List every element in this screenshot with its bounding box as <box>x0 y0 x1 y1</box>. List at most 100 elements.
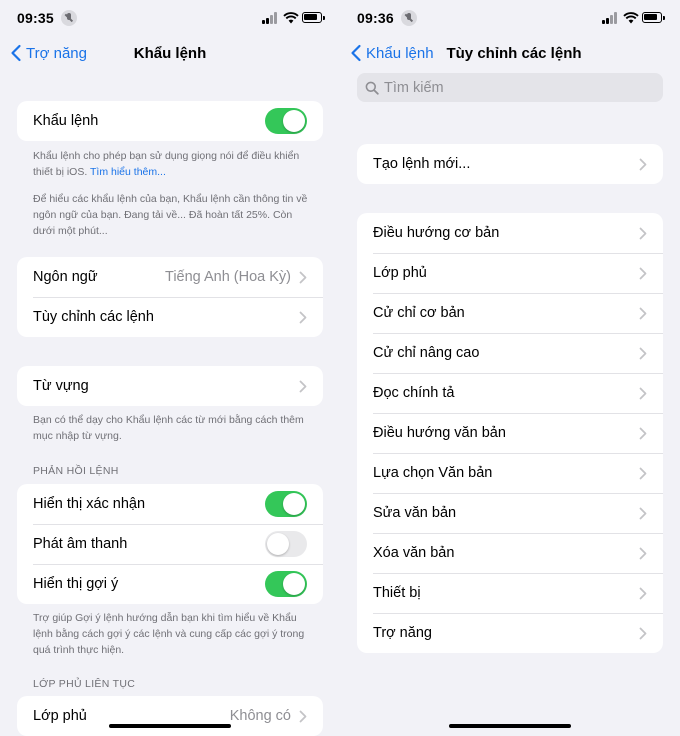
create-new-command-label: Tạo lệnh mới... <box>373 156 471 172</box>
overlay-group: Lớp phủ Không có <box>17 696 323 736</box>
chevron-right-icon <box>639 347 647 359</box>
chevron-right-icon <box>639 467 647 479</box>
cellular-signal-icon <box>262 12 280 24</box>
command-category-row[interactable]: Điều hướng văn bản <box>357 413 663 453</box>
show-confirmation-toggle[interactable] <box>265 491 307 517</box>
voice-control-label: Khẩu lệnh <box>33 113 99 129</box>
play-sound-toggle[interactable] <box>265 531 307 557</box>
home-indicator[interactable] <box>109 724 231 728</box>
chevron-right-icon <box>639 627 647 639</box>
command-category-label: Xóa văn bản <box>373 545 455 561</box>
vocabulary-row[interactable]: Từ vựng <box>17 366 323 406</box>
page-title: Khẩu lệnh <box>133 45 207 62</box>
chevron-right-icon <box>639 387 647 399</box>
customize-commands-row[interactable]: Tùy chỉnh các lệnh <box>17 297 323 337</box>
description-text: Khẩu lệnh cho phép bạn sử dụng giọng nói… <box>33 150 300 178</box>
hints-description: Trợ giúp Gợi ý lệnh hướng dẫn bạn khi tì… <box>33 612 305 656</box>
feedback-group: Hiển thị xác nhận Phát âm thanh Hiển thị… <box>17 484 323 604</box>
command-categories-list: Điều hướng cơ bản Lớp phủ Cử chỉ cơ bản … <box>357 213 663 653</box>
chevron-right-icon <box>639 158 647 170</box>
chevron-right-icon <box>639 547 647 559</box>
show-confirmation-label: Hiển thị xác nhận <box>33 496 146 512</box>
mic-muted-icon <box>61 10 77 26</box>
language-value: Tiếng Anh (Hoa Kỳ) <box>165 269 291 285</box>
chevron-right-icon <box>639 587 647 599</box>
wifi-icon <box>623 12 639 24</box>
navigation-bar: Trợ năng Khẩu lệnh <box>0 36 340 72</box>
command-category-label: Lựa chọn Văn bản <box>373 465 493 481</box>
voice-control-description: Khẩu lệnh cho phép bạn sử dụng giọng nói… <box>33 148 311 180</box>
learn-more-link[interactable]: Tìm hiểu thêm... <box>90 166 166 178</box>
chevron-right-icon <box>639 307 647 319</box>
command-category-label: Đọc chính tả <box>373 385 455 401</box>
voice-control-toggle[interactable] <box>265 108 307 134</box>
status-time: 09:36 <box>357 10 394 26</box>
status-time: 09:35 <box>17 10 54 26</box>
status-bar: 09:36 <box>340 0 680 36</box>
play-sound-row: Phát âm thanh <box>17 524 323 564</box>
feedback-section-header: PHẢN HỒI LỆNH <box>33 465 119 477</box>
command-category-label: Trợ năng <box>373 625 432 641</box>
show-hints-label: Hiển thị gợi ý <box>33 576 119 592</box>
command-category-row[interactable]: Trợ năng <box>357 613 663 653</box>
command-category-label: Thiết bị <box>373 585 421 601</box>
language-label: Ngôn ngữ <box>33 269 98 285</box>
search-icon <box>365 81 379 95</box>
play-sound-label: Phát âm thanh <box>33 536 128 552</box>
wifi-icon <box>283 12 299 24</box>
command-category-label: Lớp phủ <box>373 265 427 281</box>
command-category-row[interactable]: Đọc chính tả <box>357 373 663 413</box>
search-placeholder: Tìm kiếm <box>384 79 444 96</box>
show-hints-row: Hiển thị gợi ý <box>17 564 323 604</box>
navigation-bar: Khẩu lệnh Tùy chỉnh các lệnh <box>340 36 680 72</box>
chevron-right-icon <box>299 380 307 392</box>
overlay-section-header: LỚP PHỦ LIÊN TỤC <box>33 678 136 690</box>
command-category-row[interactable]: Lớp phủ <box>357 253 663 293</box>
language-row[interactable]: Ngôn ngữ Tiếng Anh (Hoa Kỳ) <box>17 257 323 297</box>
search-field[interactable]: Tìm kiếm <box>357 73 663 102</box>
status-bar: 09:35 <box>0 0 340 36</box>
customize-commands-screen: 09:36 Khẩu lệnh Tùy chỉnh các lệnh Tìm k… <box>340 0 680 736</box>
chevron-right-icon <box>299 271 307 283</box>
chevron-right-icon <box>639 267 647 279</box>
page-title: Tùy chỉnh các lệnh <box>446 45 582 62</box>
command-category-row[interactable]: Thiết bị <box>357 573 663 613</box>
command-category-label: Cử chỉ cơ bản <box>373 305 465 321</box>
home-indicator[interactable] <box>449 724 571 728</box>
command-category-label: Cử chỉ nâng cao <box>373 345 480 361</box>
voice-control-row: Khẩu lệnh <box>17 101 323 141</box>
voice-control-screen: 09:35 Trợ năng Khẩu lệnh Khẩu lệnh Khẩu … <box>0 0 340 736</box>
chevron-right-icon <box>299 710 307 722</box>
language-group: Ngôn ngữ Tiếng Anh (Hoa Kỳ) Tùy chỉnh cá… <box>17 257 323 337</box>
vocabulary-label: Từ vựng <box>33 378 89 394</box>
show-hints-toggle[interactable] <box>265 571 307 597</box>
download-status-text: Để hiểu các khẩu lệnh của bạn, Khẩu lệnh… <box>33 193 308 237</box>
customize-commands-label: Tùy chỉnh các lệnh <box>33 309 154 325</box>
battery-icon <box>302 12 325 23</box>
chevron-right-icon <box>639 507 647 519</box>
vocabulary-description: Bạn có thể dạy cho Khẩu lệnh các từ mới … <box>33 414 304 442</box>
chevron-right-icon <box>639 227 647 239</box>
command-category-label: Điều hướng văn bản <box>373 425 506 441</box>
command-category-row[interactable]: Lựa chọn Văn bản <box>357 453 663 493</box>
command-category-row[interactable]: Sửa văn bản <box>357 493 663 533</box>
overlay-label: Lớp phủ <box>33 708 87 724</box>
command-category-row[interactable]: Cử chỉ cơ bản <box>357 293 663 333</box>
chevron-right-icon <box>299 311 307 323</box>
command-category-row[interactable]: Cử chỉ nâng cao <box>357 333 663 373</box>
mic-muted-icon <box>401 10 417 26</box>
battery-icon <box>642 12 665 23</box>
command-category-row[interactable]: Điều hướng cơ bản <box>357 213 663 253</box>
show-confirmation-row: Hiển thị xác nhận <box>17 484 323 524</box>
command-category-row[interactable]: Xóa văn bản <box>357 533 663 573</box>
overlay-value: Không có <box>229 708 291 724</box>
command-category-label: Điều hướng cơ bản <box>373 225 500 241</box>
vocabulary-group: Từ vựng <box>17 366 323 406</box>
command-category-label: Sửa văn bản <box>373 505 457 521</box>
voice-control-group: Khẩu lệnh <box>17 101 323 141</box>
create-new-command-row[interactable]: Tạo lệnh mới... <box>357 144 663 184</box>
create-command-group: Tạo lệnh mới... <box>357 144 663 184</box>
cellular-signal-icon <box>602 12 620 24</box>
chevron-right-icon <box>639 427 647 439</box>
overlay-row[interactable]: Lớp phủ Không có <box>17 696 323 736</box>
